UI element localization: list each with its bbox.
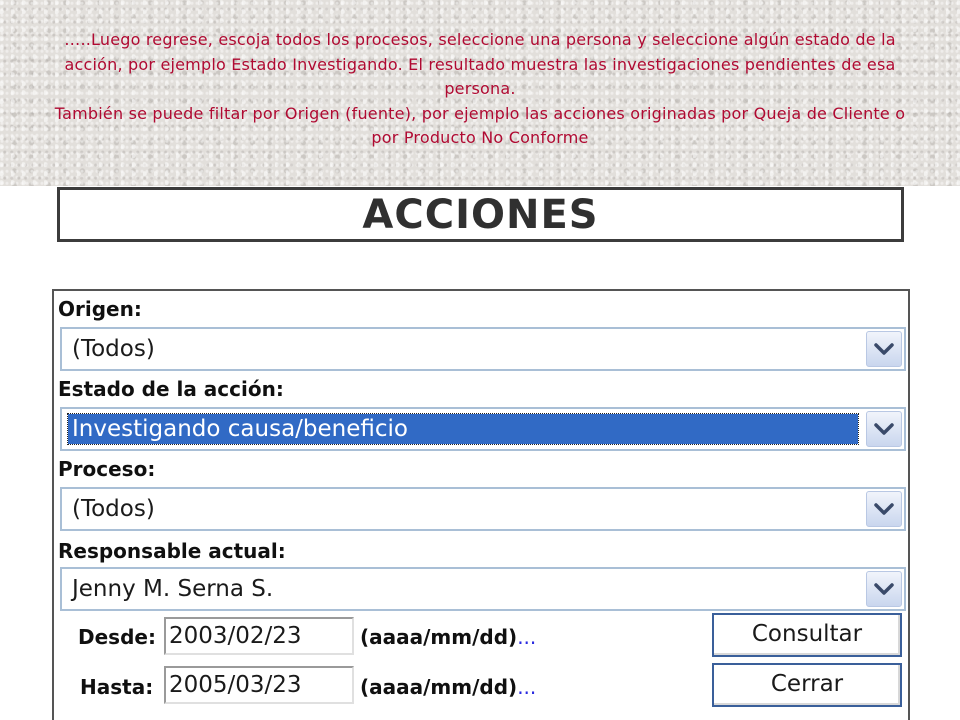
cerrar-button[interactable]: Cerrar bbox=[712, 663, 902, 707]
responsable-label: Responsable actual: bbox=[58, 539, 286, 563]
estado-label: Estado de la acción: bbox=[58, 377, 284, 401]
instruction-paragraph-1: …..Luego regrese, escoja todos los proce… bbox=[64, 30, 896, 98]
origen-select-value: (Todos) bbox=[72, 336, 155, 362]
consultar-button[interactable]: Consultar bbox=[712, 613, 902, 657]
hasta-label: Hasta: bbox=[80, 675, 154, 699]
page-title: ACCIONES bbox=[362, 191, 599, 238]
desde-format-text: (aaaa/mm/dd) bbox=[360, 625, 518, 649]
responsable-select-value: Jenny M. Serna S. bbox=[72, 576, 274, 602]
hasta-format-text: (aaaa/mm/dd) bbox=[360, 675, 518, 699]
estado-select-value: Investigando causa/beneficio bbox=[67, 413, 859, 445]
instruction-paragraph-2: También se puede filtar por Origen (fuen… bbox=[54, 103, 906, 148]
desde-date-input[interactable]: 2003/02/23 bbox=[164, 617, 354, 655]
hasta-date-input[interactable]: 2005/03/23 bbox=[164, 666, 354, 704]
proceso-select[interactable]: (Todos) bbox=[60, 487, 906, 531]
desde-label: Desde: bbox=[78, 625, 156, 649]
estado-select[interactable]: Investigando causa/beneficio bbox=[60, 407, 906, 451]
proceso-label: Proceso: bbox=[58, 457, 156, 481]
chevron-down-icon[interactable] bbox=[866, 491, 902, 527]
instruction-text: …..Luego regrese, escoja todos los proce… bbox=[40, 28, 920, 151]
filter-form: Origen: (Todos) Estado de la acción: Inv… bbox=[52, 289, 910, 720]
instruction-banner: …..Luego regrese, escoja todos los proce… bbox=[0, 0, 960, 186]
chevron-down-icon[interactable] bbox=[866, 571, 902, 607]
desde-ellipsis: ... bbox=[517, 625, 537, 649]
chevron-down-icon[interactable] bbox=[866, 411, 902, 447]
origen-label: Origen: bbox=[58, 297, 142, 321]
origen-select[interactable]: (Todos) bbox=[60, 327, 906, 371]
proceso-select-value: (Todos) bbox=[72, 496, 155, 522]
desde-format-hint: (aaaa/mm/dd)... bbox=[360, 625, 536, 649]
hasta-format-hint: (aaaa/mm/dd)... bbox=[360, 675, 536, 699]
chevron-down-icon[interactable] bbox=[866, 331, 902, 367]
responsable-select[interactable]: Jenny M. Serna S. bbox=[60, 567, 906, 611]
hasta-ellipsis: ... bbox=[517, 675, 537, 699]
page-title-box: ACCIONES bbox=[57, 187, 904, 242]
